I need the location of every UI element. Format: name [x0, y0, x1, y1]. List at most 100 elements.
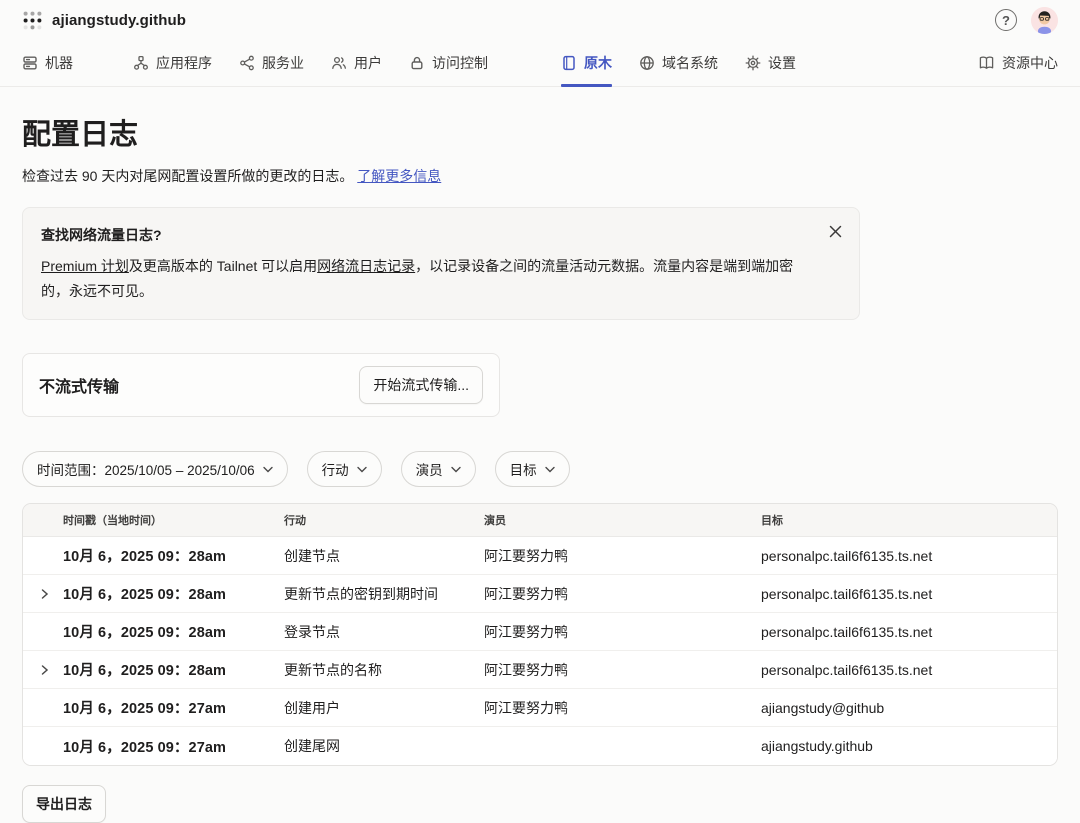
cell-actor: 阿江要努力鸭 — [484, 622, 761, 642]
lock-icon — [409, 55, 425, 71]
nav-settings-label: 设置 — [768, 53, 796, 73]
nav-users-label: 用户 — [354, 53, 382, 73]
chevron-down-icon — [451, 466, 461, 473]
premium-plan-link[interactable]: Premium 计划 — [41, 258, 129, 274]
machines-icon — [22, 55, 38, 71]
main-content: 配置日志 检查过去 90 天内对尾网配置设置所做的更改的日志。 了解更多信息 查… — [0, 87, 1080, 823]
cell-actor: 阿江要努力鸭 — [484, 698, 761, 718]
table-row: 10月 6，2025 09：28am 登录节点 阿江要努力鸭 personalp… — [23, 613, 1057, 651]
table-row: 10月 6，2025 09：27am 创建用户 阿江要努力鸭 ajiangstu… — [23, 689, 1057, 727]
col-header-timestamp: 时间戳（当地时间） — [23, 512, 284, 528]
cell-actor: 阿江要努力鸭 — [484, 660, 761, 680]
chevron-down-icon — [357, 466, 367, 473]
table-row[interactable]: 10月 6，2025 09：28am 更新节点的密钥到期时间 阿江要努力鸭 pe… — [23, 575, 1057, 613]
nav-users[interactable]: 用户 — [331, 40, 382, 86]
nav-settings[interactable]: 设置 — [745, 40, 796, 86]
cell-target: personalpc.tail6f6135.ts.net — [761, 586, 1057, 602]
cell-timestamp: 10月 6，2025 09：27am — [23, 736, 284, 757]
apps-icon — [133, 55, 149, 71]
cell-action: 更新节点的名称 — [284, 660, 484, 680]
streaming-status: 不流式传输 — [39, 373, 119, 397]
gear-icon — [745, 55, 761, 71]
banner-text-1: 及更高版本的 Tailnet 可以启用 — [129, 258, 317, 274]
action-filter-label: 行动 — [322, 459, 349, 479]
target-filter[interactable]: 目标 — [495, 451, 570, 487]
cell-actor: 阿江要努力鸭 — [484, 584, 761, 604]
chevron-down-icon — [545, 466, 555, 473]
page-description: 检查过去 90 天内对尾网配置设置所做的更改的日志。 了解更多信息 — [22, 166, 1058, 186]
tailnet-name: ajiangstudy.github — [52, 12, 186, 29]
cell-action: 登录节点 — [284, 622, 484, 642]
nav-logs[interactable]: 原木 — [561, 40, 612, 86]
topbar: ajiangstudy.github ? — [0, 0, 1080, 40]
nav-access-controls[interactable]: 访问控制 — [409, 40, 488, 86]
table-header-row: 时间戳（当地时间） 行动 演员 目标 — [23, 504, 1057, 537]
time-range-filter-label: 时间范围：2025/10/05 – 2025/10/06 — [37, 459, 255, 479]
col-header-target: 目标 — [761, 512, 1057, 528]
user-avatar[interactable] — [1031, 7, 1058, 34]
tailscale-grid-logo-icon — [22, 10, 43, 31]
config-log-table: 时间戳（当地时间） 行动 演员 目标 10月 6，2025 09：28am 创建… — [22, 503, 1058, 766]
banner-title: 查找网络流量日志? — [41, 225, 841, 245]
learn-more-link[interactable]: 了解更多信息 — [357, 168, 441, 184]
banner-body: Premium 计划及更高版本的 Tailnet 可以启用网络流日志记录，以记录… — [41, 254, 821, 304]
table-row: 10月 6，2025 09：28am 创建节点 阿江要努力鸭 personalp… — [23, 537, 1057, 575]
log-filters: 时间范围：2025/10/05 – 2025/10/06 行动 演员 目标 — [22, 451, 1058, 487]
col-header-actor: 演员 — [484, 512, 761, 528]
nav-access-controls-label: 访问控制 — [432, 53, 488, 73]
cell-action: 创建用户 — [284, 698, 484, 718]
cell-timestamp: 10月 6，2025 09：27am — [23, 697, 284, 718]
target-filter-label: 目标 — [510, 459, 537, 479]
flow-logs-banner: 查找网络流量日志? Premium 计划及更高版本的 Tailnet 可以启用网… — [22, 207, 860, 320]
nav-services[interactable]: 服务业 — [239, 40, 304, 86]
close-icon[interactable] — [827, 223, 844, 240]
chevron-down-icon — [263, 466, 273, 473]
time-range-filter[interactable]: 时间范围：2025/10/05 – 2025/10/06 — [22, 451, 288, 487]
col-header-action: 行动 — [284, 512, 484, 528]
nav-resource-center-label: 资源中心 — [1002, 53, 1058, 73]
start-streaming-button[interactable]: 开始流式传输... — [359, 366, 483, 404]
actor-filter[interactable]: 演员 — [401, 451, 476, 487]
nav-machines-label: 机器 — [45, 53, 73, 73]
cell-target: personalpc.tail6f6135.ts.net — [761, 662, 1057, 678]
chevron-right-icon[interactable] — [39, 662, 51, 677]
nav-dns[interactable]: 域名系统 — [639, 40, 718, 86]
cell-timestamp: 10月 6，2025 09：28am — [23, 583, 284, 604]
cell-actor: 阿江要努力鸭 — [484, 546, 761, 566]
nav-apps[interactable]: 应用程序 — [133, 40, 212, 86]
actor-filter-label: 演员 — [416, 459, 443, 479]
cell-timestamp: 10月 6，2025 09：28am — [23, 659, 284, 680]
cell-target: personalpc.tail6f6135.ts.net — [761, 548, 1057, 564]
open-book-icon — [978, 55, 995, 71]
cell-target: ajiangstudy@github — [761, 700, 1057, 716]
network-flow-logs-link[interactable]: 网络流日志记录 — [317, 258, 415, 274]
logs-journal-icon — [561, 55, 577, 71]
help-icon[interactable]: ? — [995, 9, 1017, 31]
log-streaming-card: 不流式传输 开始流式传输... — [22, 353, 500, 417]
main-nav: 机器 应用程序 服务业 用户 — [0, 40, 1080, 87]
page-title: 配置日志 — [22, 111, 1058, 153]
action-filter[interactable]: 行动 — [307, 451, 382, 487]
cell-timestamp: 10月 6，2025 09：28am — [23, 545, 284, 566]
cell-target: ajiangstudy.github — [761, 738, 1057, 754]
table-row[interactable]: 10月 6，2025 09：28am 更新节点的名称 阿江要努力鸭 person… — [23, 651, 1057, 689]
cell-action: 创建尾网 — [284, 736, 484, 756]
users-icon — [331, 55, 347, 71]
nav-services-label: 服务业 — [262, 53, 304, 73]
globe-icon — [639, 55, 655, 71]
cell-timestamp: 10月 6，2025 09：28am — [23, 621, 284, 642]
chevron-right-icon[interactable] — [39, 586, 51, 601]
nav-dns-label: 域名系统 — [662, 53, 718, 73]
cell-action: 更新节点的密钥到期时间 — [284, 584, 484, 604]
nav-resource-center[interactable]: 资源中心 — [978, 40, 1058, 86]
cell-action: 创建节点 — [284, 546, 484, 566]
nav-machines[interactable]: 机器 — [22, 40, 73, 86]
page-description-text: 检查过去 90 天内对尾网配置设置所做的更改的日志。 — [22, 168, 353, 184]
services-share-icon — [239, 55, 255, 71]
table-row: 10月 6，2025 09：27am 创建尾网 ajiangstudy.gith… — [23, 727, 1057, 765]
nav-apps-label: 应用程序 — [156, 53, 212, 73]
nav-logs-label: 原木 — [584, 53, 612, 73]
brand: ajiangstudy.github — [22, 10, 186, 31]
export-logs-button[interactable]: 导出日志 — [22, 785, 106, 823]
cell-target: personalpc.tail6f6135.ts.net — [761, 624, 1057, 640]
